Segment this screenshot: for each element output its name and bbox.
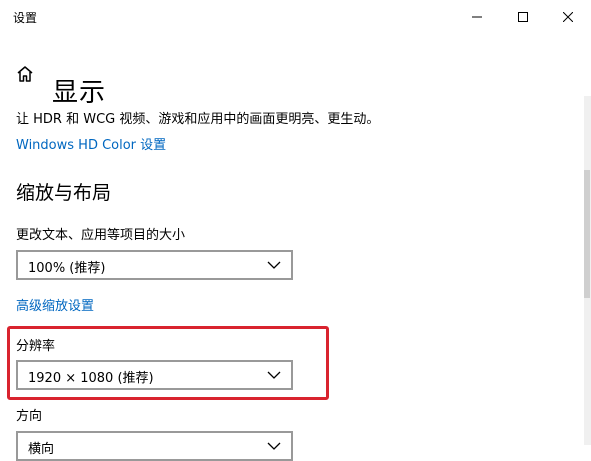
chevron-down-icon [267,371,281,379]
advanced-scaling-link[interactable]: 高级缩放设置 [16,295,94,314]
windows-hd-color-settings-link[interactable]: Windows HD Color 设置 [16,134,166,153]
close-button[interactable] [545,0,591,34]
chevron-down-icon [267,442,281,450]
minimize-button[interactable] [454,0,500,34]
scale-layout-section-title: 缩放与布局 [16,182,112,204]
home-icon[interactable] [15,64,35,84]
orientation-label: 方向 [16,409,43,424]
scale-dropdown[interactable]: 100% (推荐) [16,250,293,280]
maximize-button[interactable] [500,0,546,34]
minimize-icon [472,16,482,18]
text-size-label: 更改文本、应用等项目的大小 [16,228,186,243]
orientation-dropdown[interactable]: 横向 [16,431,293,461]
resolution-dropdown-value: 1920 × 1080 (推荐) [28,371,154,386]
title-bar: 设置 [0,0,591,34]
close-icon [563,12,573,22]
scrollbar-thumb[interactable] [584,170,590,298]
scale-dropdown-value: 100% (推荐) [28,261,106,276]
vertical-scrollbar[interactable] [584,96,591,445]
page-title: 显示 [52,78,107,109]
app-title: 设置 [13,11,38,25]
resolution-label: 分辨率 [16,339,56,354]
chevron-down-icon [267,261,281,269]
hdr-description: 让 HDR 和 WCG 视频、游戏和应用中的画面更明亮、更生动。 [16,112,380,127]
orientation-dropdown-value: 横向 [28,442,55,457]
maximize-icon [518,12,528,22]
page-header: 显示 [0,52,591,108]
resolution-dropdown[interactable]: 1920 × 1080 (推荐) [16,360,293,390]
